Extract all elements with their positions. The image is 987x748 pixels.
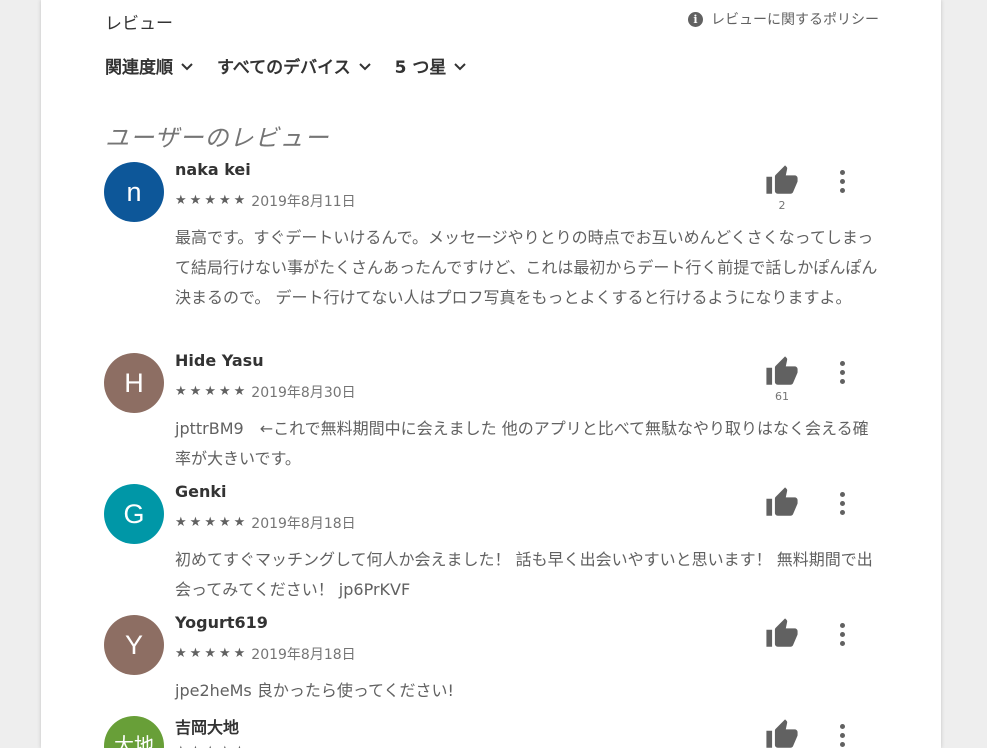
star-icon: ★ — [204, 515, 216, 530]
review-date: 2019年8月30日 — [251, 385, 356, 401]
star-icon: ★ — [175, 384, 187, 399]
star-icon: ★ — [189, 384, 202, 399]
avatar: G — [104, 484, 164, 544]
reviews-card: レビュー i レビューに関するポリシー 関連度順 すべてのデバイス 5 つ星 ユ… — [41, 0, 941, 748]
star-icon: ★ — [218, 515, 231, 530]
review-text: jpttrBM9 ←これで無料期間中に会えました 他のアプリと比べて無駄なやり取… — [175, 419, 869, 468]
review-author: 吉岡大地 — [175, 718, 240, 737]
star-icon: ★ — [189, 515, 202, 530]
review-filters: 関連度順 すべてのデバイス 5 つ星 — [105, 53, 468, 78]
like-count: 2 — [778, 199, 786, 212]
like-count: 61 — [775, 390, 789, 403]
thumbs-up-icon[interactable] — [765, 355, 799, 389]
review-date: 2019年8月18日 — [251, 516, 356, 532]
star-icon: ★ — [204, 646, 216, 661]
chevron-down-icon — [454, 62, 467, 70]
sort-dropdown[interactable]: 関連度順 — [105, 53, 195, 78]
user-reviews-heading: ユーザーのレビュー — [105, 124, 330, 152]
device-dropdown-label: すべてのデバイス — [217, 58, 351, 78]
star-rating: ★★★★★ — [175, 194, 245, 208]
review-author: Hide Yasu — [175, 351, 264, 370]
review-author: naka kei — [175, 160, 251, 179]
info-icon: i — [688, 11, 703, 27]
review-policy-link[interactable]: i レビューに関するポリシー — [688, 9, 879, 29]
star-icon: ★ — [175, 646, 187, 661]
sort-dropdown-label: 関連度順 — [105, 58, 173, 78]
avatar: Y — [104, 615, 164, 675]
more-vert-icon[interactable] — [829, 355, 855, 389]
chevron-down-icon — [358, 62, 371, 70]
star-icon: ★ — [175, 515, 187, 530]
review-text: 最高です。すぐデートいけるんで。メッセージやりとりの時点でお互いめんどくさくなっ… — [175, 228, 878, 307]
rating-dropdown[interactable]: 5 つ星 — [395, 53, 469, 78]
review-text: 初めてすぐマッチングして何人か会えました！ 話も早く出会いやすいと思います！ 無… — [175, 550, 873, 599]
star-icon: ★ — [218, 193, 231, 208]
star-icon: ★ — [175, 193, 187, 208]
more-vert-icon[interactable] — [829, 617, 855, 651]
star-icon: ★ — [204, 193, 216, 208]
star-rating: ★★★★★ — [175, 385, 245, 399]
chevron-down-icon — [181, 62, 193, 70]
rating-dropdown-label: 5 つ星 — [394, 58, 447, 78]
more-vert-icon[interactable] — [829, 164, 855, 198]
thumbs-up-icon[interactable] — [765, 486, 799, 520]
star-rating: ★★★★★ — [175, 516, 245, 530]
thumbs-up-icon[interactable] — [765, 617, 799, 651]
review-policy-label: レビューに関するポリシー — [711, 12, 879, 28]
reviews-header-title: レビュー — [105, 14, 173, 34]
avatar: H — [104, 353, 164, 413]
review-meta: ★ ★ ★ ★ ★ 2019年8月18日 — [175, 513, 356, 533]
star-icon: ★ — [218, 384, 231, 399]
star-icon: ★ — [233, 384, 246, 399]
review-text: jpe2heMs 良かったら使ってください! — [175, 681, 454, 700]
more-vert-icon[interactable] — [829, 718, 855, 748]
avatar: n — [104, 162, 164, 222]
review-meta: ★ ★ ★ ★ ★ 2019年8月11日 — [175, 191, 356, 211]
star-icon: ★ — [204, 384, 216, 399]
review-meta: ★ ★ ★ ★ ★ 2019年8月18日 — [175, 644, 356, 664]
star-icon: ★ — [189, 193, 202, 208]
star-icon: ★ — [233, 646, 246, 661]
review-author: Yogurt619 — [175, 613, 268, 632]
star-rating: ★★★★★ — [175, 647, 245, 661]
more-vert-icon[interactable] — [829, 486, 855, 520]
thumbs-up-icon[interactable] — [765, 718, 799, 748]
star-icon: ★ — [233, 193, 246, 208]
thumbs-up-icon[interactable] — [765, 164, 799, 198]
review-date: 2019年8月18日 — [251, 647, 356, 663]
device-dropdown[interactable]: すべてのデバイス — [217, 53, 373, 78]
review-date: 2019年8月11日 — [251, 194, 356, 210]
avatar: 大地 — [104, 716, 164, 748]
review-meta: ★ ★ ★ ★ ★ 2019年8月30日 — [175, 382, 356, 402]
review-author: Genki — [175, 482, 227, 501]
star-icon: ★ — [233, 515, 246, 530]
star-icon: ★ — [218, 646, 231, 661]
star-icon: ★ — [189, 646, 202, 661]
